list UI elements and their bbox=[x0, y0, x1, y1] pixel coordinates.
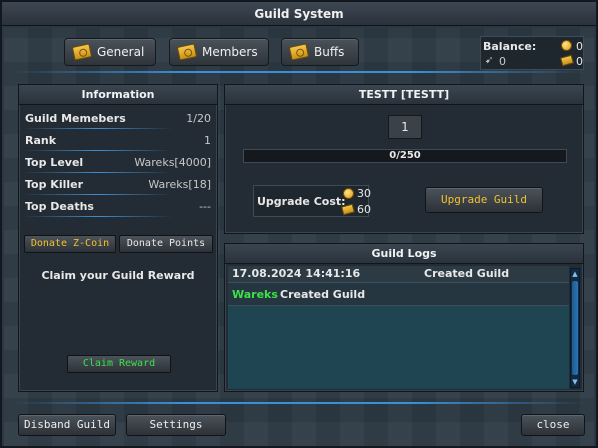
close-button[interactable]: close bbox=[521, 414, 585, 436]
log-date: 17.08.2024 14:41:16 bbox=[232, 267, 361, 280]
coin-icon bbox=[561, 40, 572, 51]
guild-level-badge: 1 bbox=[388, 115, 422, 139]
upgrade-cost-tickets: 60 bbox=[357, 203, 371, 216]
info-row-top-killer: Top Killer Wareks[18] bbox=[19, 173, 217, 195]
tab-general-label: General bbox=[97, 45, 145, 59]
guild-progress-text: 0/250 bbox=[389, 150, 421, 161]
info-value: Wareks[4000] bbox=[134, 155, 211, 169]
log-action: Created Guild bbox=[424, 267, 510, 280]
donate-zcoin-button[interactable]: Donate Z-Coin bbox=[24, 235, 116, 253]
info-value: Wareks[18] bbox=[148, 177, 211, 191]
ticket-icon bbox=[288, 43, 310, 61]
guild-window: Guild System General Members Buffs Balan… bbox=[0, 0, 598, 448]
disband-guild-button[interactable]: Disband Guild bbox=[18, 414, 116, 436]
logs-scrollbar[interactable]: ▲ ▼ bbox=[570, 268, 580, 388]
coin-icon bbox=[343, 188, 354, 199]
upgrade-guild-button[interactable]: Upgrade Guild bbox=[425, 187, 543, 213]
information-title: Information bbox=[19, 85, 217, 105]
tab-members[interactable]: Members bbox=[169, 38, 269, 66]
scroll-up-icon[interactable]: ▲ bbox=[571, 269, 579, 279]
info-label: Rank bbox=[25, 133, 57, 147]
logs-list: 17.08.2024 14:41:16 Created Guild Wareks… bbox=[228, 266, 569, 389]
info-label: Guild Memebers bbox=[25, 111, 126, 125]
info-row-top-level: Top Level Wareks[4000] bbox=[19, 151, 217, 173]
log-entry: Wareks Created Guild bbox=[228, 282, 569, 306]
upgrade-cost-box: Upgrade Cost: 30 60 bbox=[253, 185, 371, 217]
donate-points-button[interactable]: Donate Points bbox=[119, 235, 213, 253]
divider-bottom bbox=[12, 402, 586, 404]
balance-box: Balance: 0 ➹ 0 0 bbox=[480, 36, 584, 70]
settings-button[interactable]: Settings bbox=[126, 414, 226, 436]
info-label: Top Killer bbox=[25, 177, 84, 191]
info-value: 1 bbox=[204, 133, 211, 147]
balance-tickets: 0 bbox=[576, 55, 583, 68]
guild-name: TESTT [TESTT] bbox=[225, 85, 583, 105]
tab-members-label: Members bbox=[202, 45, 258, 59]
logs-header-row: 17.08.2024 14:41:16 Created Guild bbox=[228, 266, 569, 282]
ticket-icon bbox=[341, 203, 355, 216]
scroll-thumb[interactable] bbox=[572, 281, 578, 375]
tab-buffs-label: Buffs bbox=[314, 45, 345, 59]
ticket-icon bbox=[176, 43, 198, 61]
information-panel: Information Guild Memebers 1/20 Rank 1 T… bbox=[18, 84, 218, 392]
upgrade-cost-label: Upgrade Cost: bbox=[257, 195, 346, 208]
info-row-members: Guild Memebers 1/20 bbox=[19, 107, 217, 129]
claim-reward-text: Claim your Guild Reward bbox=[41, 269, 195, 282]
ticket-icon bbox=[560, 54, 574, 67]
balance-reward-points: 0 bbox=[499, 55, 506, 68]
guild-panel: TESTT [TESTT] 1 0/250 Upgrade Cost: 30 6… bbox=[224, 84, 584, 234]
info-label: Top Level bbox=[25, 155, 84, 169]
upgrade-cost-coins: 30 bbox=[357, 187, 371, 200]
info-label: Top Deaths bbox=[25, 199, 94, 213]
guild-logs-panel: Guild Logs 17.08.2024 14:41:16 Created G… bbox=[224, 243, 584, 392]
tab-buffs[interactable]: Buffs bbox=[281, 38, 359, 66]
log-player: Wareks bbox=[232, 288, 278, 301]
scroll-down-icon[interactable]: ▼ bbox=[571, 377, 579, 387]
window-title: Guild System bbox=[2, 2, 596, 26]
guild-logs-title: Guild Logs bbox=[225, 244, 583, 264]
log-text: Created Guild bbox=[280, 288, 366, 301]
info-row-rank: Rank 1 bbox=[19, 129, 217, 151]
balance-label: Balance: bbox=[483, 40, 537, 53]
info-value: --- bbox=[199, 199, 211, 213]
balance-coins: 0 bbox=[576, 40, 583, 53]
ticket-icon bbox=[71, 43, 93, 61]
reward-points-icon: ➹ bbox=[485, 55, 494, 66]
info-value: 1/20 bbox=[186, 111, 211, 125]
info-row-top-deaths: Top Deaths --- bbox=[19, 195, 217, 217]
claim-reward-button[interactable]: Claim Reward bbox=[67, 355, 171, 373]
guild-progress-bar: 0/250 bbox=[243, 149, 567, 163]
tab-general[interactable]: General bbox=[64, 38, 156, 66]
divider-top bbox=[12, 71, 586, 73]
